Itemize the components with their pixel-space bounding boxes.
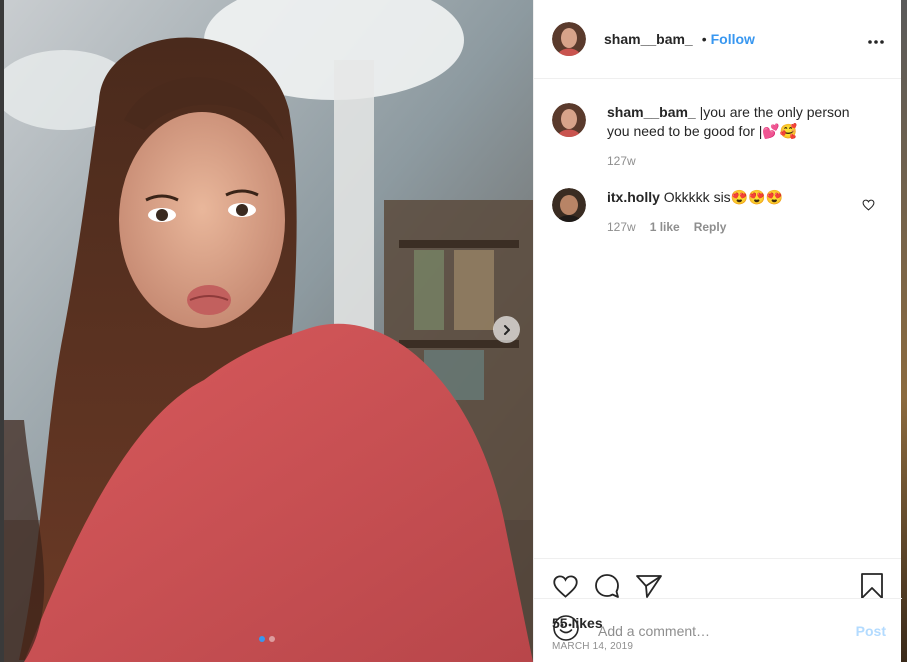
- comment-time[interactable]: 127w: [607, 218, 636, 237]
- comment-username[interactable]: itx.holly: [607, 189, 660, 205]
- header-separator: •: [701, 31, 707, 47]
- post-modal: sham__bam_ • Follow sham__bam_ |you are …: [4, 0, 902, 662]
- post-side-panel: sham__bam_ • Follow sham__bam_ |you are …: [533, 0, 902, 662]
- comments-list: sham__bam_ |you are the only person you …: [534, 79, 901, 558]
- caption-comment: sham__bam_ |you are the only person you …: [552, 103, 883, 171]
- share-paper-plane-icon[interactable]: [635, 573, 663, 599]
- comment-input[interactable]: [598, 622, 838, 639]
- post-header: sham__bam_ • Follow: [534, 0, 901, 79]
- like-heart-icon[interactable]: [552, 574, 579, 599]
- chevron-right-icon: [503, 324, 510, 335]
- action-icons: [552, 571, 885, 601]
- comment-time[interactable]: 127w: [607, 152, 636, 171]
- comment-meta: 127w: [607, 152, 869, 171]
- carousel-dot: [269, 636, 275, 642]
- post-comment-button[interactable]: Post: [856, 623, 886, 639]
- author-avatar[interactable]: [552, 22, 586, 56]
- comment-bubble-icon[interactable]: [593, 572, 621, 600]
- save-bookmark-icon[interactable]: [859, 572, 885, 600]
- next-slide-button[interactable]: [493, 316, 520, 343]
- author-username[interactable]: sham__bam_: [604, 31, 693, 47]
- comment-text: Okkkkk sis😍😍😍: [663, 189, 783, 205]
- add-comment-bar: Post: [534, 598, 902, 662]
- comment-likes[interactable]: 1 like: [650, 218, 680, 237]
- post-photo: [4, 0, 533, 662]
- carousel-dot-active: [259, 636, 265, 642]
- comment-meta: 127w 1 like Reply: [607, 218, 869, 237]
- comment-body: itx.holly Okkkkk sis😍😍😍 127w 1 like Repl…: [607, 188, 869, 237]
- emoji-icon[interactable]: [552, 614, 580, 647]
- comment-username[interactable]: sham__bam_: [607, 104, 696, 120]
- photo-image: [4, 0, 533, 662]
- follow-button[interactable]: Follow: [711, 31, 755, 47]
- like-comment-heart-icon[interactable]: [862, 198, 875, 216]
- comment-body: sham__bam_ |you are the only person you …: [607, 103, 869, 171]
- reply-button[interactable]: Reply: [694, 218, 727, 237]
- more-options-icon[interactable]: [867, 29, 885, 50]
- carousel-indicator: [259, 636, 275, 642]
- list-item: itx.holly Okkkkk sis😍😍😍 127w 1 like Repl…: [552, 188, 883, 237]
- commenter-avatar[interactable]: [552, 103, 586, 137]
- commenter-avatar[interactable]: [552, 188, 586, 222]
